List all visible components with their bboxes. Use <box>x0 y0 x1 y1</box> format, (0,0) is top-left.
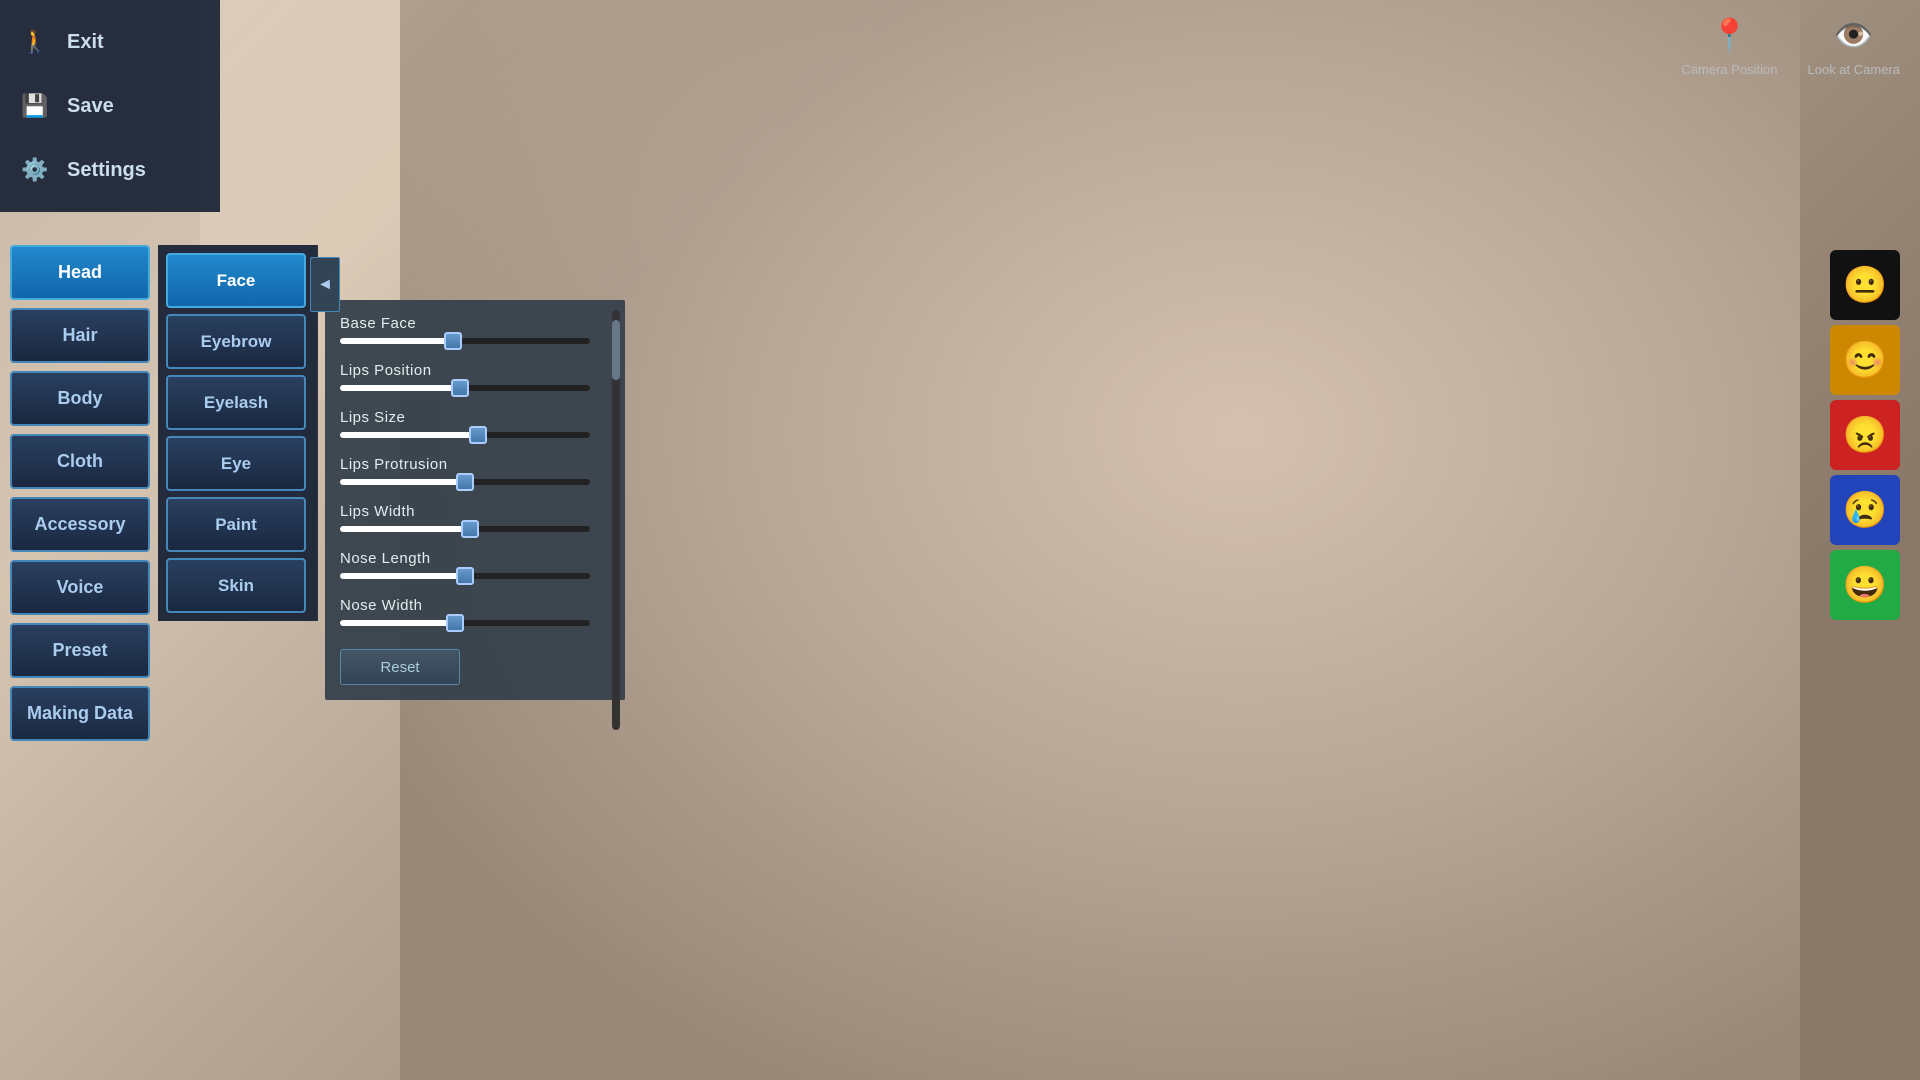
scrollbar[interactable] <box>612 310 620 730</box>
settings-icon: ⚙️ <box>15 150 55 190</box>
slider-fill <box>340 620 455 626</box>
slider-fill <box>340 385 460 391</box>
expression-panel: 😐😊😠😢😀 <box>1830 250 1900 620</box>
look-at-camera-button[interactable]: 👁️ Look at Camera <box>1808 10 1901 77</box>
nav-btn-head[interactable]: Head <box>10 245 150 300</box>
slider-base-face: Base Face <box>340 315 610 344</box>
sub-btn-paint[interactable]: Paint <box>166 497 306 552</box>
nav-btn-hair[interactable]: Hair <box>10 308 150 363</box>
slider-lips-position: Lips Position <box>340 362 610 391</box>
look-at-camera-label: Look at Camera <box>1808 62 1901 77</box>
save-label: Save <box>67 95 114 118</box>
nav-btn-body[interactable]: Body <box>10 371 150 426</box>
slider-label-nose-length: Nose Length <box>340 550 610 567</box>
settings-button[interactable]: ⚙️ Settings <box>0 138 220 202</box>
look-at-camera-icon: 👁️ <box>1829 10 1879 60</box>
slider-thumb[interactable] <box>461 520 479 538</box>
slider-thumb[interactable] <box>456 567 474 585</box>
slider-track[interactable] <box>340 338 590 344</box>
slider-label-lips-position: Lips Position <box>340 362 610 379</box>
slider-track[interactable] <box>340 573 590 579</box>
slider-fill <box>340 573 465 579</box>
settings-label: Settings <box>67 159 146 182</box>
slider-track[interactable] <box>340 479 590 485</box>
reset-button[interactable]: Reset <box>340 649 460 685</box>
nav-btn-accessory[interactable]: Accessory <box>10 497 150 552</box>
sub-btn-face[interactable]: Face <box>166 253 306 308</box>
slider-label-lips-width: Lips Width <box>340 503 610 520</box>
slider-track[interactable] <box>340 385 590 391</box>
sub-btn-eye[interactable]: Eye <box>166 436 306 491</box>
slider-fill <box>340 432 478 438</box>
slider-label-lips-protrusion: Lips Protrusion <box>340 456 610 473</box>
slider-thumb[interactable] <box>446 614 464 632</box>
scrollbar-thumb[interactable] <box>612 320 620 380</box>
slider-fill <box>340 526 470 532</box>
expression-btn-black[interactable]: 😐 <box>1830 250 1900 320</box>
slider-thumb[interactable] <box>444 332 462 350</box>
slider-lips-width: Lips Width <box>340 503 610 532</box>
expression-btn-gold[interactable]: 😊 <box>1830 325 1900 395</box>
slider-thumb[interactable] <box>451 379 469 397</box>
slider-lips-size: Lips Size <box>340 409 610 438</box>
slider-track[interactable] <box>340 432 590 438</box>
camera-position-button[interactable]: 📍 Camera Position <box>1681 10 1777 77</box>
exit-label: Exit <box>67 31 104 54</box>
slider-label-nose-width: Nose Width <box>340 597 610 614</box>
nav-column: Head Hair Body Cloth Accessory Voice Preset Mak… <box>10 245 150 741</box>
slider-fill <box>340 479 465 485</box>
top-menu: 🚶 Exit 💾 Save ⚙️ Settings <box>0 0 220 212</box>
camera-position-icon: 📍 <box>1704 10 1754 60</box>
nav-btn-cloth[interactable]: Cloth <box>10 434 150 489</box>
collapse-arrow-button[interactable]: ◄ <box>310 257 340 312</box>
sub-btn-eyelash[interactable]: Eyelash <box>166 375 306 430</box>
slider-track[interactable] <box>340 620 590 626</box>
sub-panel: Face Eyebrow Eyelash Eye Paint Skin <box>158 245 318 621</box>
exit-button[interactable]: 🚶 Exit <box>0 10 220 74</box>
collapse-arrow-icon: ◄ <box>317 276 333 294</box>
slider-lips-protrusion: Lips Protrusion <box>340 456 610 485</box>
camera-position-label: Camera Position <box>1681 62 1777 77</box>
slider-nose-length: Nose Length <box>340 550 610 579</box>
save-button[interactable]: 💾 Save <box>0 74 220 138</box>
slider-track[interactable] <box>340 526 590 532</box>
nav-btn-voice[interactable]: Voice <box>10 560 150 615</box>
sub-btn-eyebrow[interactable]: Eyebrow <box>166 314 306 369</box>
expression-btn-green[interactable]: 😀 <box>1830 550 1900 620</box>
sliders-panel: Base Face Lips Position Lips Size Lips Prot… <box>325 300 625 700</box>
expression-btn-blue[interactable]: 😢 <box>1830 475 1900 545</box>
exit-icon: 🚶 <box>15 22 55 62</box>
slider-thumb[interactable] <box>456 473 474 491</box>
slider-fill <box>340 338 453 344</box>
nav-btn-making_data[interactable]: Making Data <box>10 686 150 741</box>
top-right-controls: 📍 Camera Position 👁️ Look at Camera <box>1681 10 1900 77</box>
slider-label-base-face: Base Face <box>340 315 610 332</box>
slider-label-lips-size: Lips Size <box>340 409 610 426</box>
nav-btn-preset[interactable]: Preset <box>10 623 150 678</box>
slider-nose-width: Nose Width <box>340 597 610 626</box>
expression-btn-red[interactable]: 😠 <box>1830 400 1900 470</box>
slider-thumb[interactable] <box>469 426 487 444</box>
sub-btn-skin[interactable]: Skin <box>166 558 306 613</box>
save-icon: 💾 <box>15 86 55 126</box>
